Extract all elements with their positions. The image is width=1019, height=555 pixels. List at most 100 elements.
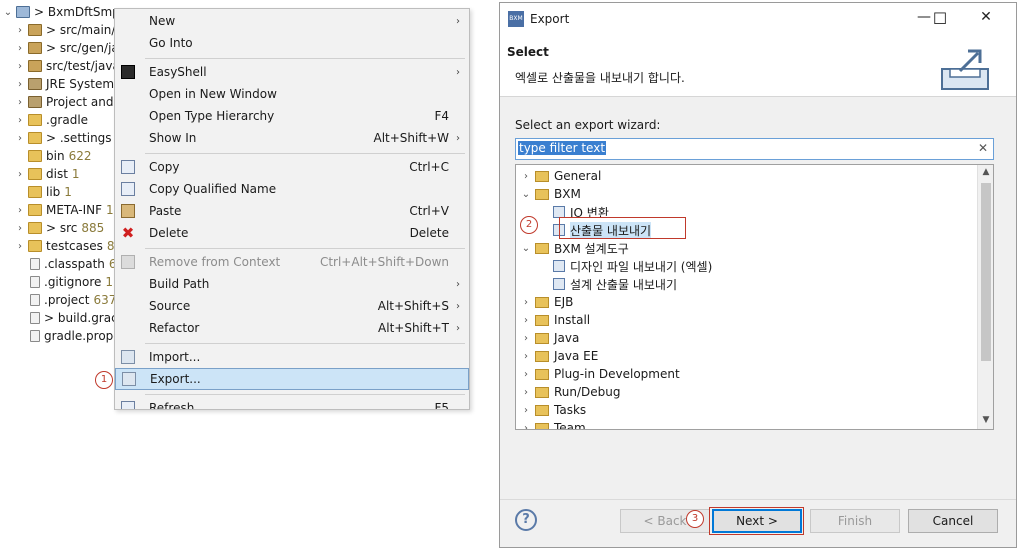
folder-icon [28, 150, 42, 162]
wizard-category-ejb[interactable]: › EJB [520, 293, 573, 311]
wizard-category-java-ee[interactable]: › Java EE [520, 347, 598, 365]
clear-filter-icon[interactable]: ✕ [978, 141, 988, 155]
tree-item[interactable]: > build.grac [14, 309, 118, 327]
menu-item-delete[interactable]: ✖ Delete Delete [115, 222, 469, 244]
tree-item[interactable]: lib 1 [14, 183, 72, 201]
chevron-right-icon[interactable]: › [14, 205, 26, 216]
tree-item[interactable]: › > src 885 [14, 219, 104, 237]
menu-item-label: Export... [150, 372, 201, 386]
menu-item-remove-from-context[interactable]: Remove from Context Ctrl+Alt+Shift+Down [115, 251, 469, 273]
chevron-right-icon[interactable]: › [520, 423, 532, 430]
chevron-right-icon[interactable]: › [14, 133, 26, 144]
cancel-button[interactable]: Cancel [908, 509, 998, 533]
tree-item[interactable]: .gitignore 1 [14, 273, 113, 291]
folder-icon [535, 350, 549, 362]
wizard-category-bxm-design-tool[interactable]: ⌄ BXM 설계도구 [520, 239, 629, 257]
finish-button[interactable]: Finish [810, 509, 900, 533]
menu-item-refactor[interactable]: Refactor Alt+Shift+T › [115, 317, 469, 339]
scroll-up-icon[interactable]: ▲ [978, 167, 993, 177]
tree-item[interactable]: › JRE System [14, 75, 114, 93]
menu-item-open-new-window[interactable]: Open in New Window [115, 83, 469, 105]
menu-item-show-in[interactable]: Show In Alt+Shift+W › [115, 127, 469, 149]
chevron-right-icon[interactable]: › [14, 79, 26, 90]
tree-item-label: bin [46, 149, 65, 163]
menu-item-go-into[interactable]: Go Into [115, 32, 469, 54]
wizard-category-plugin-development[interactable]: › Plug-in Development [520, 365, 680, 383]
chevron-right-icon[interactable]: › [14, 61, 26, 72]
menu-item-import[interactable]: Import... [115, 346, 469, 368]
wizard-category-install[interactable]: › Install [520, 311, 590, 329]
wizard-category-run-debug[interactable]: › Run/Debug [520, 383, 621, 401]
tree-item-count: 885 [81, 221, 105, 235]
menu-item-easyshell[interactable]: EasyShell › [115, 61, 469, 83]
chevron-right-icon[interactable]: › [520, 171, 532, 182]
tree-vertical-scrollbar[interactable]: ▲ ▼ [977, 165, 993, 429]
menu-item-label: EasyShell [149, 65, 207, 79]
wizard-category-java[interactable]: › Java [520, 329, 579, 347]
chevron-right-icon[interactable]: › [520, 351, 532, 362]
wizard-category-general[interactable]: › General [520, 167, 601, 185]
chevron-right-icon[interactable]: › [14, 169, 26, 180]
project-icon [16, 6, 30, 18]
tree-item[interactable]: › > src/gen/ja [14, 39, 119, 57]
chevron-right-icon[interactable]: › [520, 315, 532, 326]
menu-item-shortcut: Ctrl+Alt+Shift+Down [319, 255, 449, 269]
menu-item-refresh[interactable]: Refresh F5 [115, 397, 469, 409]
expand-arrow-icon[interactable]: ⌄ [2, 7, 14, 18]
tree-item[interactable]: › META-INF 1 [14, 201, 114, 219]
menu-item-new[interactable]: New › [115, 10, 469, 32]
menu-item-build-path[interactable]: Build Path › [115, 273, 469, 295]
wizard-category-bxm[interactable]: ⌄ BXM [520, 185, 581, 203]
close-button[interactable]: ✕ [972, 9, 1000, 29]
tree-item[interactable]: › .gradle [14, 111, 88, 129]
chevron-right-icon[interactable]: › [14, 97, 26, 108]
step-callout-2: 2 [520, 216, 538, 234]
tree-item[interactable]: bin 622 [14, 147, 91, 165]
tree-item-label: Team [554, 421, 586, 430]
scrollbar-thumb[interactable] [981, 183, 991, 361]
chevron-right-icon[interactable]: › [520, 333, 532, 344]
menu-item-copy-qualified-name[interactable]: Copy Qualified Name [115, 178, 469, 200]
menu-item-paste[interactable]: Paste Ctrl+V [115, 200, 469, 222]
folder-icon [28, 168, 42, 180]
tree-item[interactable]: .classpath 6 [14, 255, 117, 273]
tree-item[interactable]: › dist 1 [14, 165, 80, 183]
menu-item-source[interactable]: Source Alt+Shift+S › [115, 295, 469, 317]
chevron-right-icon[interactable]: › [14, 241, 26, 252]
tree-item[interactable]: › Project and [14, 93, 113, 111]
selection-highlight [559, 217, 686, 239]
wizard-filter-input[interactable]: type filter text ✕ [515, 138, 994, 160]
chevron-down-icon[interactable]: ⌄ [520, 189, 532, 200]
menu-item-shortcut: Delete [409, 226, 449, 240]
scroll-down-icon[interactable]: ▼ [978, 415, 993, 425]
tree-item-label: Run/Debug [554, 385, 621, 399]
chevron-right-icon[interactable]: › [520, 297, 532, 308]
tree-item-project[interactable]: ⌄ > BxmDftSmp [2, 3, 120, 21]
wizard-item-design-file-export[interactable]: 디자인 파일 내보내기 (엑셀) [550, 257, 712, 275]
chevron-right-icon[interactable]: › [14, 115, 26, 126]
wizard-category-team[interactable]: › Team [520, 419, 586, 430]
chevron-right-icon[interactable]: › [520, 369, 532, 380]
maximize-button[interactable]: ☐ [926, 9, 954, 29]
help-icon[interactable]: ? [515, 509, 537, 531]
tree-item[interactable]: .project 637 [14, 291, 116, 309]
menu-item-open-type-hierarchy[interactable]: Open Type Hierarchy F4 [115, 105, 469, 127]
tree-item[interactable]: › > src/main/ja [14, 21, 126, 39]
tree-item[interactable]: › > .settings 6 [14, 129, 123, 147]
tree-item[interactable]: gradle.prope [14, 327, 121, 345]
chevron-down-icon[interactable]: ⌄ [520, 243, 532, 254]
tree-item[interactable]: › src/test/java [14, 57, 120, 75]
chevron-right-icon[interactable]: › [14, 43, 26, 54]
tree-item[interactable]: › testcases 88 [14, 237, 122, 255]
menu-item-copy[interactable]: Copy Ctrl+C [115, 156, 469, 178]
chevron-right-icon[interactable]: › [520, 405, 532, 416]
menu-item-export[interactable]: Export... [115, 368, 469, 390]
wizard-icon [553, 260, 565, 272]
chevron-right-icon[interactable]: › [14, 223, 26, 234]
folder-icon [28, 240, 42, 252]
wizard-category-tasks[interactable]: › Tasks [520, 401, 586, 419]
copy-icon [121, 160, 135, 174]
chevron-right-icon[interactable]: › [520, 387, 532, 398]
wizard-item-design-deliverables-export[interactable]: 설계 산출물 내보내기 [550, 275, 677, 293]
chevron-right-icon[interactable]: › [14, 25, 26, 36]
